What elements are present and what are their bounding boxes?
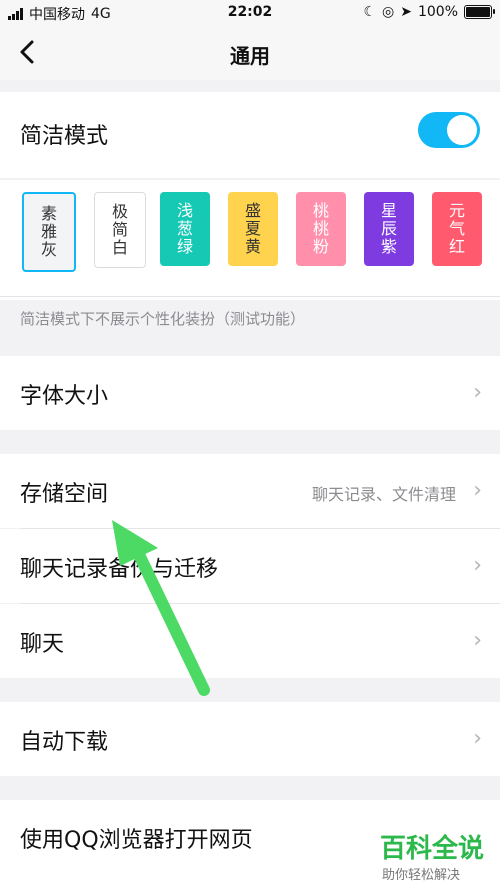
moon-icon: ☾ — [363, 4, 377, 20]
chevron-right-icon: › — [473, 478, 482, 503]
swatch-char: 盛 — [244, 201, 261, 220]
qq-browser-label: 使用QQ浏览器打开网页 — [20, 828, 253, 853]
swatch-char: 气 — [448, 219, 465, 238]
swatch-char: 星 — [380, 201, 397, 220]
simple-mode-hint: 简洁模式下不展示个性化装扮（测试功能） — [20, 310, 306, 328]
swatch-char: 葱 — [176, 219, 193, 238]
swatch-char: 紫 — [380, 237, 397, 256]
swatch-char: 桃 — [312, 219, 329, 238]
chat-backup-row[interactable]: 聊天记录备份与迁移 › — [0, 529, 500, 603]
rotation-lock-icon: ◎ — [382, 4, 395, 20]
simple-mode-row: 简洁模式 — [0, 92, 500, 178]
swatch-char: 绿 — [176, 237, 193, 256]
watermark-subtitle: 助你轻松解决 — [382, 868, 461, 883]
storage-label: 存储空间 — [20, 482, 109, 507]
chevron-right-icon: › — [473, 380, 482, 405]
swatch-char: 极 — [111, 202, 128, 221]
font-size-label: 字体大小 — [20, 384, 109, 409]
font-size-row[interactable]: 字体大小 › — [0, 356, 500, 430]
theme-swatch-purple[interactable]: 星辰紫 — [364, 192, 414, 266]
battery-percent: 100% — [417, 4, 458, 20]
chat-label: 聊天 — [20, 632, 65, 657]
swatch-char: 灰 — [40, 240, 57, 259]
theme-swatch-grey[interactable]: 素雅灰 — [22, 192, 76, 272]
auto-download-label: 自动下载 — [20, 730, 109, 755]
theme-swatch-white[interactable]: 极简白 — [94, 192, 146, 268]
chat-row[interactable]: 聊天 › — [0, 604, 500, 678]
swatch-char: 元 — [448, 201, 465, 220]
theme-swatch-green[interactable]: 浅葱绿 — [160, 192, 210, 266]
swatch-char: 辰 — [380, 219, 397, 238]
chevron-right-icon: › — [473, 553, 482, 578]
divider — [0, 296, 500, 297]
chevron-right-icon: › — [473, 726, 482, 751]
simple-mode-label: 简洁模式 — [20, 124, 109, 149]
swatch-char: 粉 — [312, 237, 329, 256]
simple-mode-toggle[interactable] — [418, 112, 480, 148]
theme-swatch-pink[interactable]: 桃桃粉 — [296, 192, 346, 266]
battery-icon — [464, 5, 495, 19]
swatch-char: 红 — [448, 237, 465, 256]
swatch-char: 简 — [111, 220, 128, 239]
chevron-right-icon: › — [473, 628, 482, 653]
swatch-char: 浅 — [176, 201, 193, 220]
theme-swatch-red[interactable]: 元气红 — [432, 192, 482, 266]
storage-row[interactable]: 存储空间 聊天记录、文件清理 › — [0, 454, 500, 528]
swatch-char: 黄 — [244, 237, 261, 256]
storage-detail: 聊天记录、文件清理 — [311, 485, 456, 504]
toggle-knob — [447, 115, 477, 145]
swatch-char: 雅 — [40, 222, 57, 241]
watermark-title: 百科全说 — [380, 834, 485, 864]
swatch-char: 白 — [111, 238, 128, 257]
auto-download-row[interactable]: 自动下载 › — [0, 702, 500, 776]
theme-swatch-yellow[interactable]: 盛夏黄 — [228, 192, 278, 266]
chat-backup-label: 聊天记录备份与迁移 — [20, 557, 219, 582]
nav-bar: 通用 — [0, 26, 500, 80]
swatch-char: 素 — [40, 204, 57, 223]
status-bar: 中国移动 4G 22:02 ☾ ◎ ➤ 100% — [0, 0, 500, 26]
theme-swatches: 素雅灰 极简白 浅葱绿 盛夏黄 桃桃粉 星辰紫 元气红 — [0, 180, 500, 300]
swatch-char: 夏 — [244, 219, 261, 238]
swatch-char: 桃 — [312, 201, 329, 220]
watermark-logo: 百科全说 助你轻松解决 — [372, 824, 490, 888]
page-title: 通用 — [230, 44, 270, 68]
location-icon: ➤ — [400, 4, 412, 20]
